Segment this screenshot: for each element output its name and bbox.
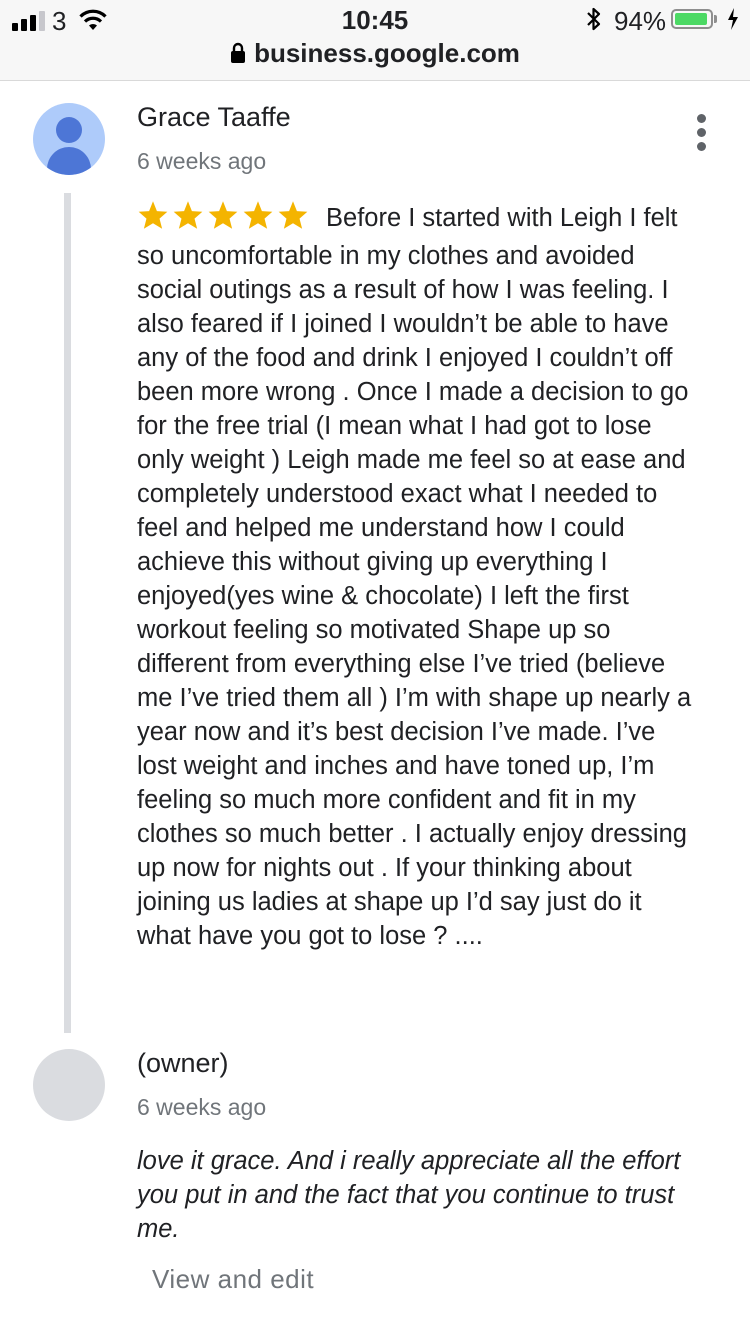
battery-tip	[714, 15, 717, 23]
review-text: Before I started with Leigh I felt so un…	[137, 204, 692, 950]
status-bar: 3 10:45 94% business.google.com	[0, 0, 750, 81]
owner-avatar	[33, 1049, 105, 1121]
review-body: Before I started with Leigh I felt so un…	[137, 200, 697, 953]
star-icon	[278, 201, 308, 229]
lock-icon	[231, 42, 246, 63]
review-time: 6 weeks ago	[137, 148, 267, 174]
more-options-icon[interactable]	[684, 110, 720, 154]
battery-level-fill	[675, 13, 707, 25]
thread-line	[64, 193, 71, 1033]
owner-name: (owner)	[137, 1048, 229, 1078]
owner-reply-time: 6 weeks ago	[137, 1094, 267, 1120]
reviewer-name[interactable]: Grace Taaffe	[137, 102, 291, 133]
battery-icon	[671, 9, 713, 29]
battery-percent: 94%	[614, 6, 667, 36]
star-rating	[137, 200, 312, 239]
owner-reply-text: love it grace. And i really appreciate a…	[137, 1147, 681, 1243]
star-icon	[173, 201, 203, 229]
url-text: business.google.com	[254, 38, 520, 68]
star-icon	[208, 201, 238, 229]
bluetooth-icon	[587, 7, 601, 31]
avatar-body	[47, 147, 91, 175]
address-bar[interactable]: business.google.com	[0, 38, 750, 69]
avatar-head	[56, 117, 82, 143]
reviewer-avatar[interactable]	[33, 103, 105, 175]
star-icon	[138, 201, 168, 229]
star-icon	[243, 201, 273, 229]
charging-icon	[728, 8, 738, 30]
view-and-edit-button[interactable]: View and edit	[152, 1264, 314, 1295]
